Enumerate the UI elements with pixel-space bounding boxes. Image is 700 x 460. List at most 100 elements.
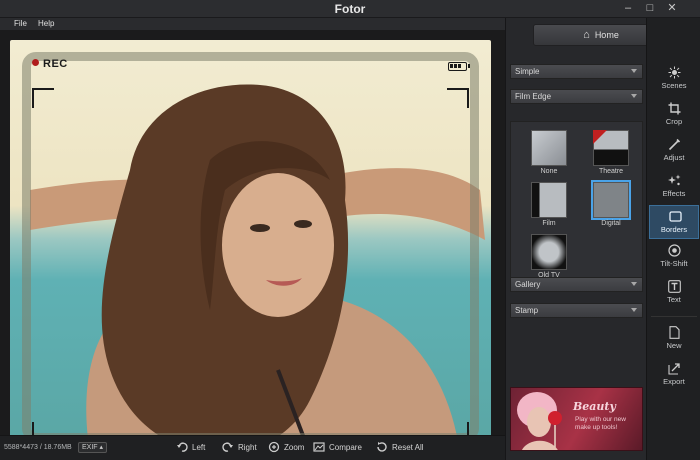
portrait-illustration (30, 84, 485, 454)
compare-button[interactable]: Compare (313, 440, 362, 456)
maximize-button[interactable]: □ (640, 1, 660, 16)
tool-export-label: Export (663, 377, 685, 386)
tool-strip: Scenes Crop Adjust Effects Borders Tilt-… (646, 18, 700, 460)
tool-adjust[interactable]: Adjust (649, 134, 699, 168)
viewfinder-corner-tr (447, 88, 469, 108)
border-digital[interactable]: Digital (589, 180, 633, 230)
tool-tilt-shift-label: Tilt-Shift (660, 259, 688, 268)
scenes-icon (668, 66, 681, 79)
border-film-label: Film (542, 220, 556, 227)
menu-bar: File Help (0, 18, 505, 30)
section-stamp[interactable]: Stamp (510, 303, 643, 318)
beauty-ad-banner[interactable]: Beauty Play with our new make up tools! (510, 387, 643, 451)
reset-all-label: Reset All (392, 443, 424, 452)
chevron-down-icon (631, 94, 637, 98)
tool-crop-label: Crop (665, 117, 683, 126)
tool-effects-label: Effects (662, 189, 686, 198)
rotate-left-icon (177, 442, 188, 452)
image-info: 5588*4473 / 18.76MB (4, 444, 72, 451)
section-stamp-label: Stamp (515, 306, 539, 315)
battery-icon (448, 62, 470, 71)
rec-label: REC (43, 58, 68, 70)
zoom-icon (268, 441, 280, 453)
ad-text: Play with our new make up tools! (575, 416, 626, 431)
chevron-down-icon (631, 308, 637, 312)
tool-borders-label: Borders (660, 225, 688, 234)
border-old-tv-thumbnail (531, 234, 567, 270)
border-film[interactable]: Film (527, 182, 571, 230)
border-none-label: None (540, 168, 558, 175)
rec-indicator: REC (32, 58, 68, 70)
border-theatre-label: Theatre (598, 168, 624, 175)
crop-icon (668, 102, 681, 115)
tool-text-label: Text (667, 295, 681, 304)
rotate-left-button[interactable]: Left (176, 440, 205, 456)
export-icon (668, 363, 680, 375)
tool-separator (651, 316, 697, 317)
ad-model-image (517, 392, 562, 450)
tool-new-label: New (666, 341, 682, 350)
zoom-button[interactable]: Zoom (268, 440, 304, 456)
status-bar: 5588*4473 / 18.76MB EXIF ▴ Left Right Zo… (0, 435, 505, 460)
rotate-right-button[interactable]: Right (222, 440, 257, 456)
photo-canvas: REC (0, 30, 505, 454)
border-digital-label: Digital (601, 220, 621, 227)
section-simple[interactable]: Simple (510, 64, 643, 79)
tool-scenes-label: Scenes (661, 81, 687, 90)
section-simple-label: Simple (515, 67, 540, 76)
tool-adjust-label: Adjust (663, 153, 685, 162)
chevron-down-icon (631, 282, 637, 286)
border-none[interactable]: None (527, 130, 571, 178)
text-icon (668, 280, 681, 293)
border-theatre[interactable]: Theatre (589, 130, 633, 178)
borders-icon (669, 211, 682, 222)
compare-label: Compare (329, 443, 362, 452)
rotate-right-icon (222, 442, 233, 452)
adjust-icon (668, 138, 681, 151)
chevron-down-icon (631, 69, 637, 73)
tool-tilt-shift[interactable]: Tilt-Shift (649, 240, 699, 274)
rotate-left-label: Left (192, 443, 206, 452)
ad-title: Beauty (573, 400, 616, 413)
new-icon (669, 326, 680, 339)
menu-file[interactable]: File (14, 18, 27, 30)
exif-label: EXIF (82, 444, 98, 451)
exif-button[interactable]: EXIF ▴ (78, 442, 108, 453)
app-title: Fotor (334, 2, 366, 16)
tool-new[interactable]: New (649, 322, 699, 356)
tool-export[interactable]: Export (649, 358, 699, 392)
title-bar: Fotor – □ ✕ (0, 0, 700, 18)
tool-text[interactable]: Text (649, 276, 699, 310)
border-old-tv[interactable]: Old TV (527, 234, 571, 282)
menu-help[interactable]: Help (38, 18, 54, 30)
tilt-shift-icon (668, 244, 681, 257)
tool-effects[interactable]: Effects (649, 170, 699, 204)
section-gallery[interactable]: Gallery (510, 277, 643, 292)
borders-panel: ⌂ Home Simple Film Edge None Theatre Film (505, 18, 669, 460)
section-film-edge-label: Film Edge (515, 92, 552, 101)
border-digital-thumbnail (591, 180, 631, 220)
border-none-thumbnail (531, 130, 567, 166)
minimize-button[interactable]: – (618, 1, 638, 16)
tool-scenes[interactable]: Scenes (649, 62, 699, 96)
film-edge-items: None Theatre Film Digital Old TV (510, 121, 643, 284)
zoom-label: Zoom (284, 443, 305, 452)
section-film-edge[interactable]: Film Edge (510, 89, 643, 104)
viewfinder-corner-tl (32, 88, 54, 108)
photo[interactable]: REC (10, 40, 491, 454)
fotor-window: Fotor – □ ✕ File Help REC 5588*4473 / 18… (0, 0, 700, 460)
rec-dot-icon (32, 59, 39, 66)
home-label: Home (594, 30, 619, 40)
new-badge-icon (593, 130, 607, 144)
reset-all-button[interactable]: Reset All (376, 440, 424, 456)
section-gallery-label: Gallery (515, 280, 541, 289)
home-icon: ⌂ (583, 29, 590, 41)
compare-icon (313, 442, 325, 452)
reset-icon (377, 442, 387, 452)
tool-crop[interactable]: Crop (649, 98, 699, 132)
close-button[interactable]: ✕ (662, 1, 682, 16)
rotate-right-label: Right (238, 443, 257, 452)
effects-icon (668, 174, 681, 186)
border-film-thumbnail (531, 182, 567, 218)
tool-borders[interactable]: Borders (649, 205, 699, 239)
